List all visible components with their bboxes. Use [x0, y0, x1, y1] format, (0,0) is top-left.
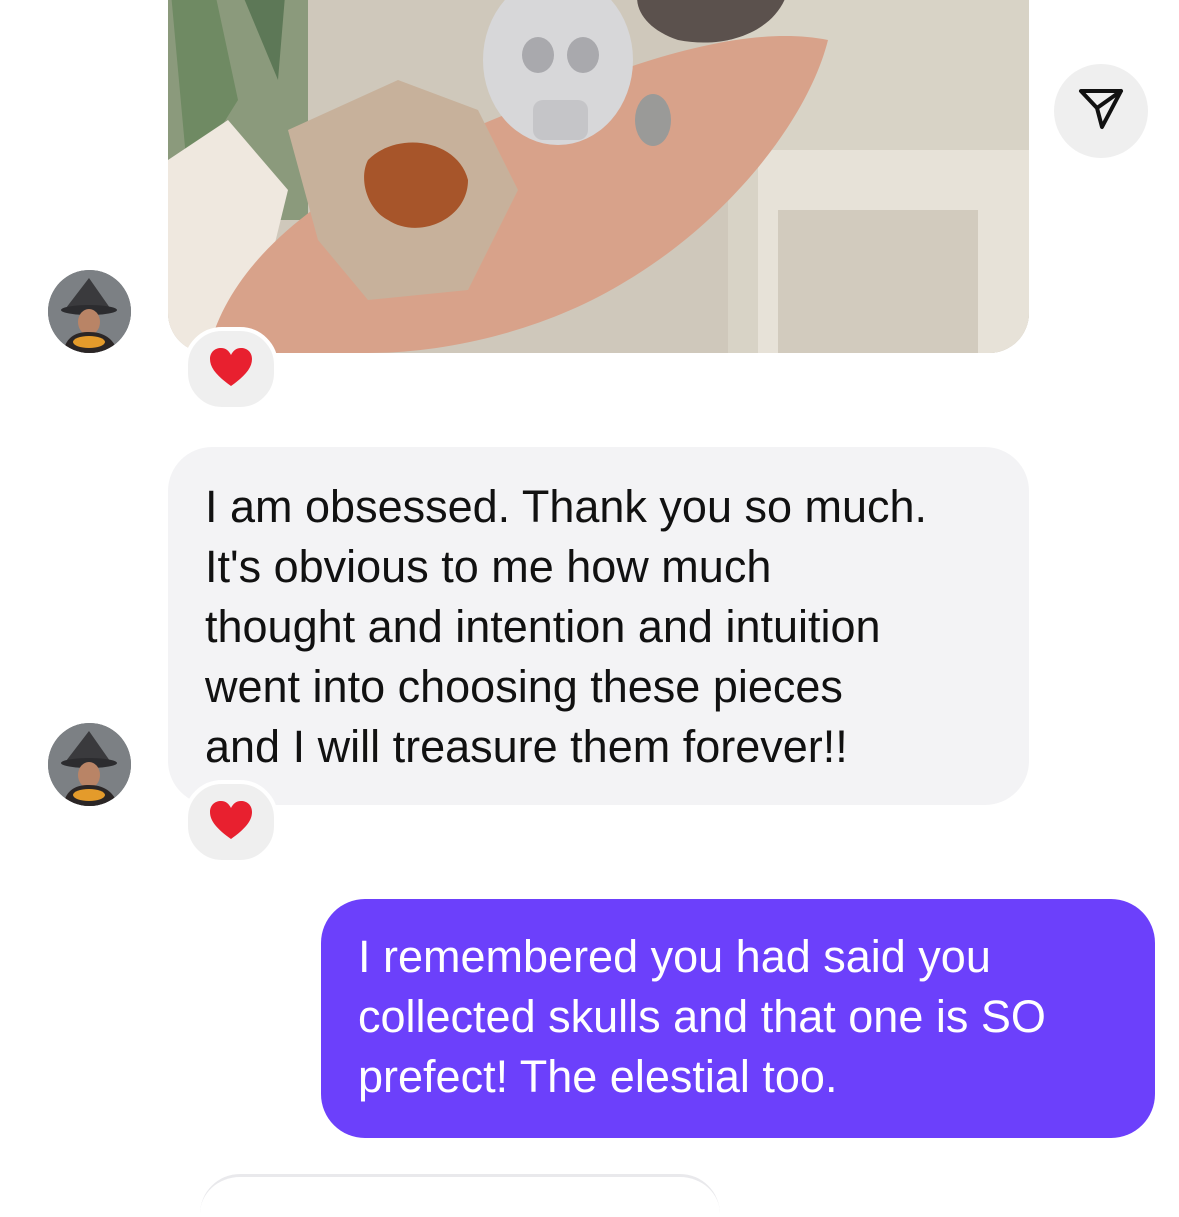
message-text: I remembered you had said you collected … [358, 931, 1046, 1102]
outgoing-message[interactable]: I remembered you had said you collected … [321, 899, 1155, 1138]
next-message-edge [200, 1174, 720, 1217]
paper-plane-icon [1078, 88, 1124, 135]
share-button[interactable] [1054, 64, 1148, 158]
sender-avatar[interactable] [48, 270, 131, 353]
heart-icon [209, 347, 253, 392]
heart-reaction[interactable] [184, 780, 278, 864]
message-text: I am obsessed. Thank you so much. It's o… [205, 481, 928, 772]
shared-photo[interactable] [168, 0, 1029, 353]
sender-avatar[interactable] [48, 723, 131, 806]
incoming-message[interactable]: I am obsessed. Thank you so much. It's o… [168, 447, 1029, 805]
heart-icon [209, 800, 253, 845]
heart-reaction[interactable] [184, 327, 278, 411]
